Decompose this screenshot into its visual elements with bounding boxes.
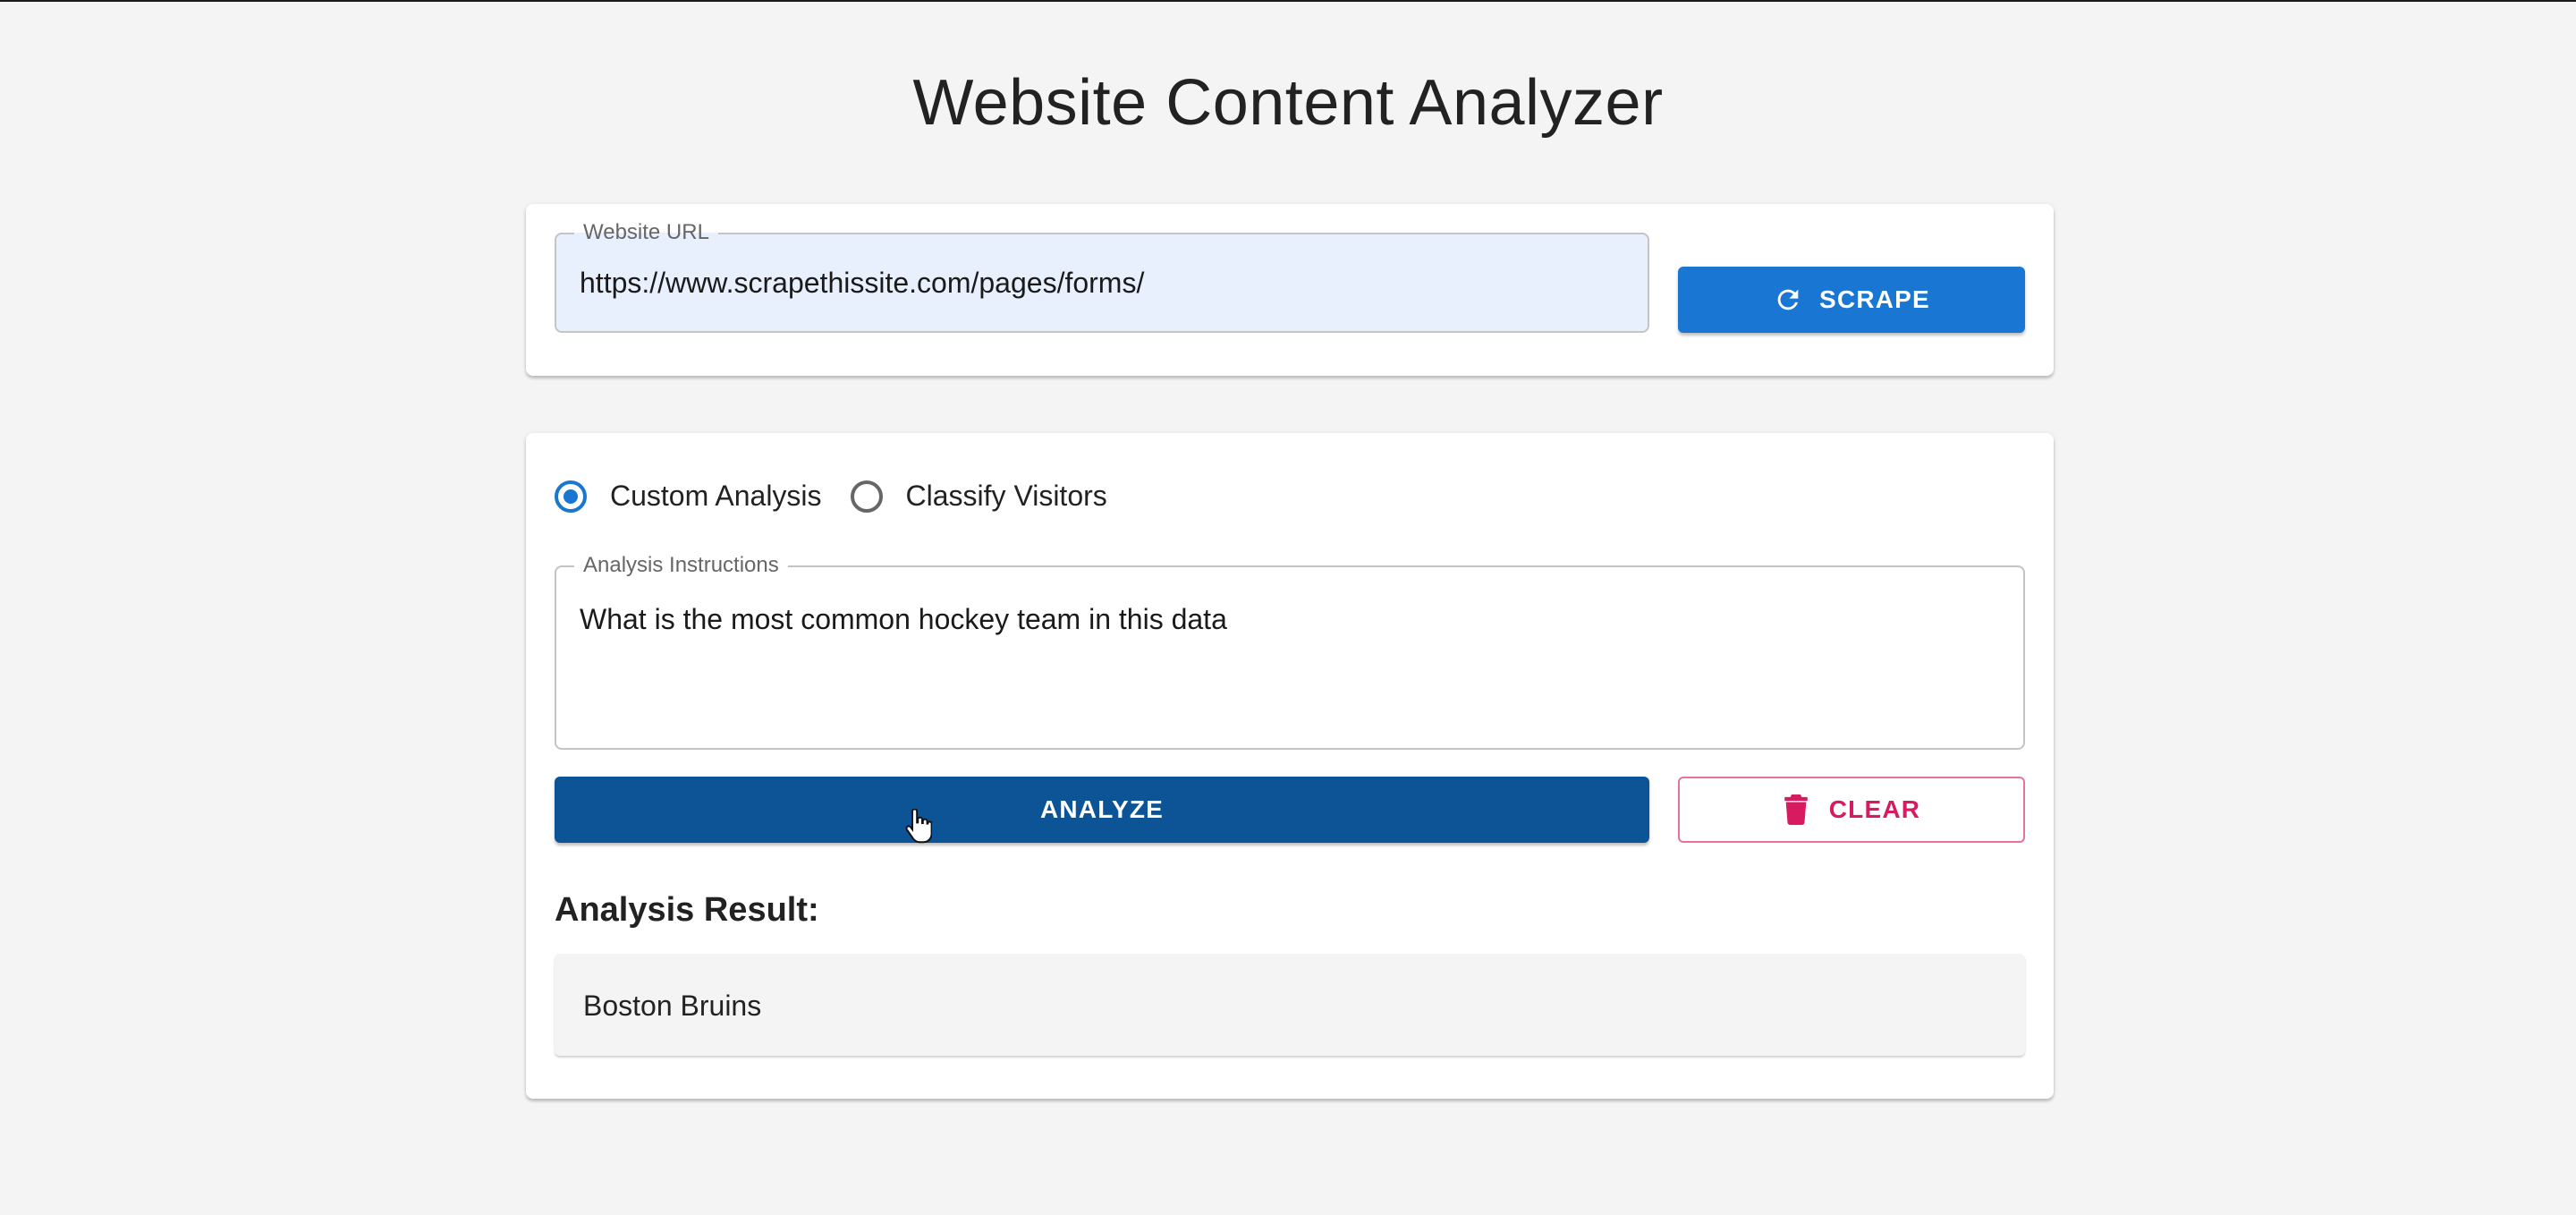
analysis-instructions-field[interactable]: Analysis Instructions What is the most c… (555, 553, 2025, 750)
radio-custom-analysis[interactable]: Custom Analysis (555, 480, 822, 513)
radio-unchecked-icon[interactable] (850, 480, 883, 513)
analyze-button[interactable]: ANALYZE (555, 777, 1649, 843)
analysis-card: Custom Analysis Classify Visitors Analys… (526, 433, 2054, 1099)
trash-icon (1783, 794, 1809, 825)
clear-button-label: CLEAR (1828, 795, 1921, 823)
radio-custom-analysis-label[interactable]: Custom Analysis (610, 480, 822, 513)
radio-checked-icon[interactable] (555, 480, 587, 513)
analysis-result-box: Boston Bruins (555, 954, 2025, 1056)
url-card: Website URL https://www.scrapethissite.c… (526, 204, 2054, 376)
hand-cursor-icon (905, 808, 933, 845)
radio-classify-visitors-label[interactable]: Classify Visitors (906, 480, 1107, 513)
analysis-type-radio-group: Custom Analysis Classify Visitors (555, 480, 1136, 513)
analyze-button-label: ANALYZE (1039, 795, 1165, 823)
analysis-result-heading: Analysis Result: (555, 891, 819, 929)
scrape-button-label: SCRAPE (1819, 285, 1930, 313)
refresh-icon (1773, 285, 1803, 315)
website-url-field[interactable]: Website URL https://www.scrapethissite.c… (555, 220, 1649, 333)
scrape-button[interactable]: SCRAPE (1678, 267, 2025, 333)
website-url-label: Website URL (574, 220, 718, 245)
analysis-result-text: Boston Bruins (583, 990, 762, 1022)
website-url-input[interactable]: https://www.scrapethissite.com/pages/for… (580, 267, 1144, 300)
analysis-instructions-label: Analysis Instructions (574, 553, 788, 578)
page-title: Website Content Analyzer (912, 67, 1664, 139)
analysis-instructions-textarea[interactable]: What is the most common hockey team in t… (580, 603, 1227, 636)
radio-classify-visitors[interactable]: Classify Visitors (850, 480, 1107, 513)
clear-button[interactable]: CLEAR (1678, 777, 2025, 843)
